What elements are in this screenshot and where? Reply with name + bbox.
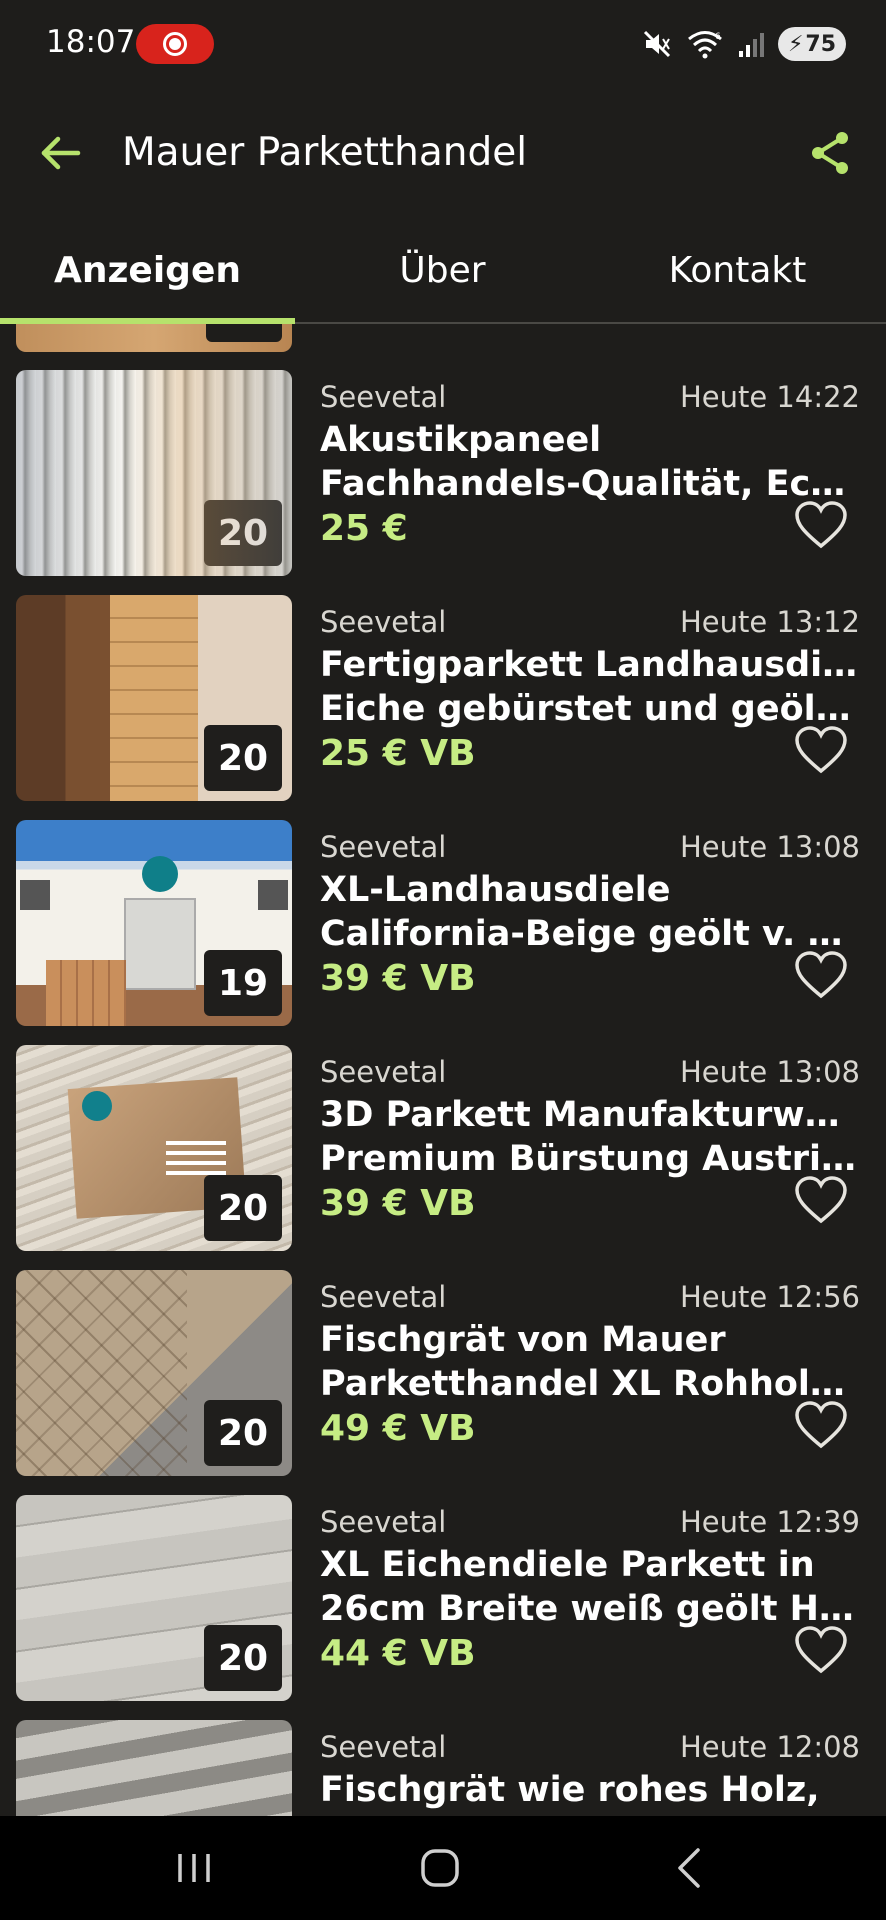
listing-item[interactable]: 20 Seevetal Heute 12:39 XL Eichendiele P… — [0, 1495, 886, 1705]
listing-thumbnail[interactable] — [16, 1720, 292, 1816]
listing-date: Heute 14:22 — [679, 380, 860, 414]
listing-title: XL-Landhausdiele — [320, 870, 671, 910]
listing-title-continued: Premium Bürstung Austria ... — [320, 1139, 860, 1179]
image-count-badge: 19 — [204, 950, 282, 1016]
listing-title: 3D Parkett Manufakturware — [320, 1095, 860, 1135]
favorite-button[interactable] — [794, 725, 848, 775]
charging-icon: ⚡ — [787, 31, 804, 57]
page-title: Mauer Parketthandel — [122, 130, 528, 175]
recent-apps-icon — [178, 1854, 210, 1882]
heart-icon — [795, 1176, 847, 1224]
tab-anzeigen[interactable]: Anzeigen — [0, 218, 295, 322]
listing-location: Seevetal — [320, 380, 447, 414]
tab-ueber[interactable]: Über — [295, 218, 590, 322]
arrow-left-icon — [41, 136, 81, 170]
favorite-button[interactable] — [794, 1400, 848, 1450]
listing-title: Akustikpaneel — [320, 420, 602, 460]
listing-date: Heute 13:08 — [679, 1055, 860, 1089]
system-back-button[interactable] — [660, 1842, 720, 1894]
listing-item[interactable]: 20 Seevetal Heute 13:08 3D Parkett Manuf… — [0, 1045, 886, 1255]
listing-thumbnail[interactable]: 19 — [16, 820, 292, 1026]
listing-location: Seevetal — [320, 1505, 447, 1539]
screen-record-indicator[interactable] — [136, 24, 214, 64]
listing-date: Heute 13:12 — [679, 605, 860, 639]
listing-list[interactable]: 20 Seevetal Heute 14:22 Akustikpaneel Fa… — [0, 324, 886, 1816]
share-button[interactable] — [806, 128, 856, 178]
listing-location: Seevetal — [320, 1280, 447, 1314]
listing-title: Fertigparkett Landhausdiele — [320, 645, 860, 685]
listing-title-continued: Fachhandels-Qualität, Echt... — [320, 464, 860, 504]
app-header: Mauer Parketthandel — [0, 88, 886, 218]
listing-title: XL Eichendiele Parkett in — [320, 1545, 815, 1585]
listing-price: 39 € VB — [320, 958, 476, 999]
home-button[interactable] — [410, 1842, 470, 1894]
status-time: 18:07 — [46, 24, 136, 60]
tab-bar: Anzeigen Über Kontakt — [0, 218, 886, 324]
listing-date: Heute 12:08 — [679, 1730, 860, 1764]
listing-location: Seevetal — [320, 830, 447, 864]
listing-location: Seevetal — [320, 1055, 447, 1089]
listing-title-continued: 26cm Breite weiß geölt Ha... — [320, 1589, 860, 1629]
battery-level: 75 — [805, 31, 837, 57]
listing-price: 49 € VB — [320, 1408, 476, 1449]
listing-title-continued: Parketthandel XL Rohholzo... — [320, 1364, 860, 1404]
listing-title-continued: Eiche gebürstet und geölt ... — [320, 689, 860, 729]
listing-item[interactable]: 20 Seevetal Heute 12:56 Fischgrät von Ma… — [0, 1270, 886, 1480]
heart-icon — [795, 951, 847, 999]
system-nav-bar — [0, 1816, 886, 1920]
heart-icon — [795, 726, 847, 774]
listing-price: 44 € VB — [320, 1633, 476, 1674]
listing-item[interactable]: 20 Seevetal Heute 13:12 Fertigparkett La… — [0, 595, 886, 805]
favorite-button[interactable] — [794, 950, 848, 1000]
wifi-icon: 6 — [688, 31, 722, 59]
listing-thumbnail[interactable]: 20 — [16, 1270, 292, 1476]
image-count-badge: 20 — [204, 1625, 282, 1691]
home-icon — [421, 1849, 459, 1887]
favorite-button[interactable] — [794, 500, 848, 550]
favorite-button[interactable] — [794, 1625, 848, 1675]
listing-thumbnail[interactable]: 20 — [16, 1495, 292, 1701]
status-icons: 6 ⚡ 75 — [642, 24, 846, 64]
listing-date: Heute 13:08 — [679, 830, 860, 864]
listing-thumbnail[interactable]: 20 — [16, 370, 292, 576]
listing-date: Heute 12:56 — [679, 1280, 860, 1314]
listing-price: 25 € VB — [320, 733, 476, 774]
image-count-badge: 20 — [204, 1400, 282, 1466]
signal-icon — [739, 33, 764, 57]
favorite-button[interactable] — [794, 1175, 848, 1225]
svg-text:6: 6 — [715, 32, 721, 42]
brochure-logo — [82, 1091, 112, 1121]
shop-logo — [142, 856, 178, 892]
listing-thumbnail[interactable]: 20 — [16, 595, 292, 801]
heart-icon — [795, 1401, 847, 1449]
share-icon — [812, 132, 848, 174]
screen: 18:07 6 ⚡ 75 Mauer Parketthandel Anzeige… — [0, 0, 886, 1920]
listing-price: 25 € — [320, 508, 408, 549]
back-button[interactable] — [36, 128, 86, 178]
listing-location: Seevetal — [320, 1730, 447, 1764]
listing-item[interactable]: Seevetal Heute 12:08 Fischgrät wie rohes… — [0, 1720, 886, 1816]
listing-title-continued: California-Beige geölt v. M... — [320, 914, 860, 954]
battery-indicator: ⚡ 75 — [778, 27, 846, 61]
mute-icon — [643, 30, 671, 58]
listing-item[interactable]: 19 Seevetal Heute 13:08 XL-Landhausdiele… — [0, 820, 886, 1030]
previous-listing-thumbnail[interactable] — [16, 324, 292, 352]
chevron-left-icon — [678, 1848, 700, 1888]
listing-location: Seevetal — [320, 605, 447, 639]
listing-price: 39 € VB — [320, 1183, 476, 1224]
listing-title: Fischgrät wie rohes Holz, — [320, 1770, 820, 1810]
heart-icon — [795, 1626, 847, 1674]
heart-icon — [795, 501, 847, 549]
image-count-badge: 20 — [204, 725, 282, 791]
listing-thumbnail[interactable]: 20 — [16, 1045, 292, 1251]
listing-date: Heute 12:39 — [679, 1505, 860, 1539]
tab-kontakt[interactable]: Kontakt — [590, 218, 885, 322]
recent-apps-button[interactable] — [164, 1842, 224, 1894]
listing-title: Fischgrät von Mauer — [320, 1320, 726, 1360]
status-bar: 18:07 6 ⚡ 75 — [0, 0, 886, 88]
image-count-badge: 20 — [204, 1175, 282, 1241]
listing-item[interactable]: 20 Seevetal Heute 14:22 Akustikpaneel Fa… — [0, 370, 886, 580]
image-count-badge: 20 — [204, 500, 282, 566]
